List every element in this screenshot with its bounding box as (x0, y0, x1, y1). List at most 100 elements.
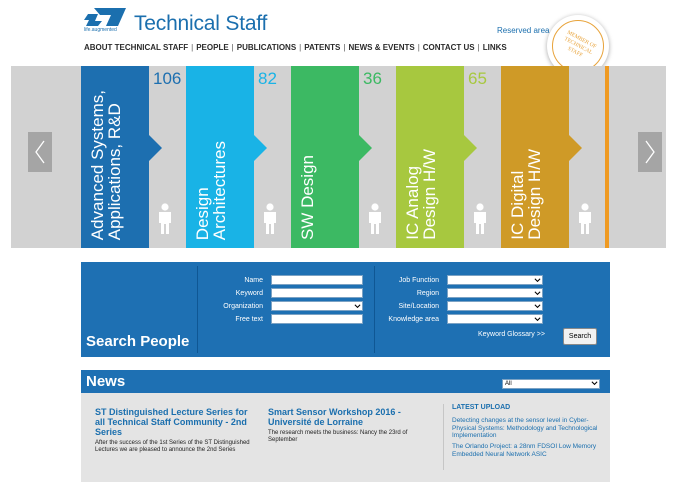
search-field-row: Organization (205, 301, 363, 311)
search-title: Search People (86, 333, 190, 350)
field-label: Job Function (398, 276, 439, 284)
stripe-pointer (569, 135, 582, 161)
field-label: Free text (235, 315, 263, 323)
site-title[interactable]: Technical Staff (134, 12, 267, 36)
stripe-pointer (464, 135, 477, 161)
nav-separator: | (477, 43, 480, 52)
news-filter-value: All (505, 381, 512, 387)
field-label: Knowledge area (388, 315, 439, 323)
search-field-row: Keyword (205, 288, 363, 298)
stripe-pointer (254, 135, 267, 161)
nav-people[interactable]: PEOPLE (196, 43, 228, 52)
field-label: Site/Location (398, 302, 439, 310)
select-site-location[interactable] (447, 301, 543, 311)
category-count: 106 (153, 69, 182, 88)
search-button[interactable]: Search (563, 328, 597, 345)
search-field-row: Region (377, 288, 543, 298)
news-title: News (86, 373, 126, 390)
stripe-pointer (359, 135, 372, 161)
category-panel[interactable]: SW Design 36 (291, 66, 396, 248)
category-count: 65 (468, 69, 487, 88)
chevron-down-icon (354, 304, 361, 309)
article-title[interactable]: ST Distinguished Lecture Series for all … (95, 407, 260, 437)
nav-separator: | (417, 43, 420, 52)
person-icon (575, 203, 595, 240)
chevron-down-icon (534, 304, 541, 309)
nav-contact[interactable]: CONTACT US (423, 43, 475, 52)
person-icon (155, 203, 175, 240)
news-filter-select[interactable]: All (502, 379, 600, 389)
news-divider (443, 404, 444, 470)
carousel-prev-button[interactable] (28, 132, 52, 172)
article-title[interactable]: Smart Sensor Workshop 2016 - Université … (268, 407, 428, 427)
field-label: Keyword (235, 289, 263, 297)
chevron-down-icon (591, 381, 598, 386)
nav-news-events[interactable]: NEWS & EVENTS (348, 43, 414, 52)
select-job-function[interactable] (447, 275, 543, 285)
select-organization[interactable] (271, 301, 363, 311)
latest-upload-link[interactable]: The Orlando Project: a 28nm FDSOI Low Me… (452, 443, 602, 458)
category-count: 82 (258, 69, 277, 88)
article-summary: After the success of the 1st Series of t… (95, 440, 250, 453)
field-label: Region (416, 289, 439, 297)
chevron-down-icon (534, 317, 541, 322)
category-panel[interactable]: Design Architectures 82 (186, 66, 291, 248)
category-label: IC Digital Design H/W (508, 149, 544, 240)
search-field-row: Name (205, 275, 363, 285)
carousel-next-button[interactable] (638, 132, 662, 172)
category-panel[interactable]: IC Digital Design H/W (501, 66, 606, 248)
category-panel[interactable]: Advanced Systems, Applications, R&D 106 (81, 66, 186, 248)
page: life.augmented Technical Staff Reserved … (0, 0, 677, 484)
nav-separator: | (191, 43, 194, 52)
person-icon (260, 203, 280, 240)
category-label: Advanced Systems, Applications, R&D (88, 89, 124, 240)
badge-text: Member of Technical Staff (563, 29, 598, 59)
nav-publications[interactable]: PUBLICATIONS (237, 43, 296, 52)
search-field-row: Knowledge area (377, 314, 543, 324)
person-icon (365, 203, 385, 240)
latest-upload-link[interactable]: Detecting changes at the sensor level in… (452, 417, 602, 440)
article-summary: The research meets the business: Nancy t… (268, 430, 408, 443)
nav-separator: | (299, 43, 302, 52)
field-label: Organization (223, 302, 263, 310)
select-knowledge-area[interactable] (447, 314, 543, 324)
logo-tagline: life.augmented (84, 27, 117, 33)
nav-patents[interactable]: PATENTS (304, 43, 340, 52)
chevron-right-icon (645, 140, 655, 164)
divider (374, 266, 375, 353)
input-name[interactable] (271, 275, 363, 285)
category-label: SW Design (298, 154, 317, 240)
chevron-left-icon (35, 140, 45, 164)
input-free-text[interactable] (271, 314, 363, 324)
stripe-pointer (149, 135, 162, 161)
input-keyword[interactable] (271, 288, 363, 298)
st-logo[interactable]: life.augmented (84, 8, 130, 36)
category-label: IC Analog Design H/W (403, 149, 439, 240)
keyword-glossary-link[interactable]: Keyword Glossary >> (478, 331, 545, 338)
search-field-row: Site/Location (377, 301, 543, 311)
latest-upload-heading: LATEST UPLOAD (452, 404, 511, 411)
category-panel[interactable]: IC Analog Design H/W 65 (396, 66, 501, 248)
search-people-panel: Search People Name Keyword Organization Fre… (81, 262, 610, 357)
news-section: News All ST Distinguished Lecture Series… (81, 370, 610, 482)
search-field-row: Free text (205, 314, 363, 324)
nav-links[interactable]: LINKS (483, 43, 507, 52)
carousel-edge-bar (605, 66, 609, 248)
chevron-down-icon (534, 278, 541, 283)
category-count: 36 (363, 69, 382, 88)
person-icon (470, 203, 490, 240)
main-nav: ABOUT TECHNICAL STAFF | PEOPLE | PUBLICA… (84, 43, 507, 52)
chevron-down-icon (534, 291, 541, 296)
badge-ring: Member of Technical Staff (552, 20, 604, 72)
search-field-row: Job Function (377, 275, 543, 285)
field-label: Name (244, 276, 263, 284)
category-carousel: Advanced Systems, Applications, R&D 106 De… (11, 66, 666, 248)
reserved-area-link[interactable]: Reserved area (497, 26, 549, 35)
category-label: Design Architectures (193, 140, 229, 240)
divider (197, 266, 198, 353)
nav-about[interactable]: ABOUT TECHNICAL STAFF (84, 43, 188, 52)
news-header: News All (81, 370, 610, 393)
nav-separator: | (231, 43, 234, 52)
nav-separator: | (343, 43, 346, 52)
select-region[interactable] (447, 288, 543, 298)
